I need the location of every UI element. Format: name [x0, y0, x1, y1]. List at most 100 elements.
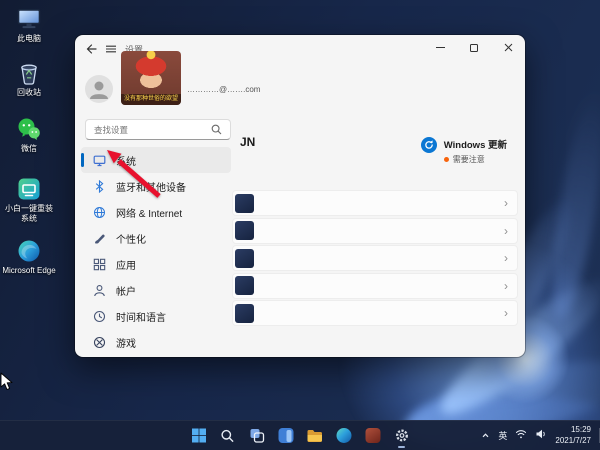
account-avatar-placeholder[interactable] [85, 75, 113, 103]
nav-item-label: 应用 [116, 257, 136, 272]
desktop-icon-microsoft-edge[interactable]: Microsoft Edge [2, 238, 56, 276]
search-placeholder: 查找设置 [94, 124, 211, 136]
windows-update-status-text: 需要注意 [453, 154, 485, 165]
windows-update-status[interactable]: Windows 更新 需要注意 [421, 137, 507, 165]
attention-dot [444, 157, 449, 162]
system-tray: 英 15:29 2021/7/27 [481, 421, 594, 450]
nav-item-accessibility[interactable]: 辅助功能 [81, 355, 231, 357]
chevron-right-icon: › [504, 307, 508, 319]
recycle-bin-icon [16, 60, 42, 86]
xiaobai-reinstall-icon [16, 176, 42, 202]
settings-row-icon [235, 194, 254, 213]
desktop-icon-xiaobai-reinstall[interactable]: 小白一键重装系统 [2, 176, 56, 224]
wechat-icon [16, 116, 42, 142]
desktop-icon-label: 小白一键重装系统 [2, 204, 56, 224]
settings-row-icon [235, 276, 254, 295]
settings-row-icon [235, 249, 254, 268]
settings-window: 设置 没有那种世俗的欲望 …………@…….com 查找设置 [75, 35, 525, 357]
desktop-icon-recycle-bin[interactable]: 回收站 [2, 60, 56, 98]
this-pc-icon [16, 6, 42, 32]
desktop-icon-label: 回收站 [17, 88, 41, 98]
pinned-app-button[interactable] [361, 424, 385, 448]
back-arrow-icon [85, 43, 97, 55]
clock-icon [93, 310, 106, 323]
mouse-cursor [0, 372, 13, 391]
chevron-right-icon: › [504, 252, 508, 264]
clock-date: 2021/7/27 [555, 436, 591, 446]
back-button[interactable] [83, 42, 99, 56]
desktop-icon-label: 微信 [21, 144, 37, 154]
wifi-icon [515, 428, 527, 440]
settings-nav: 系统 蓝牙和其他设备 网络 & Internet 个性化 [81, 147, 231, 357]
person-icon [85, 75, 113, 103]
nav-item-gaming[interactable]: 游戏 [81, 329, 231, 355]
windows-update-icon [421, 137, 437, 153]
settings-row-list: › › › › › [232, 190, 518, 328]
clock-time: 15:29 [555, 425, 591, 435]
desktop-icon-wechat[interactable]: 微信 [2, 116, 56, 154]
globe-icon [93, 206, 106, 219]
search-icon [211, 124, 222, 135]
settings-row[interactable]: › [232, 190, 518, 216]
brush-icon [93, 232, 106, 245]
settings-row-icon [235, 304, 254, 323]
wallpaper-petal [542, 89, 600, 322]
nav-item-system[interactable]: 系统 [81, 147, 231, 173]
ime-indicator[interactable]: 英 [498, 429, 507, 442]
settings-main-pane: JN Windows 更新 需要注意 › [231, 35, 525, 357]
chevron-up-icon [481, 431, 490, 440]
desktop: 此电脑 回收站 微信 小白一键重装系统 [0, 0, 600, 450]
edge-button[interactable] [332, 424, 356, 448]
chevron-right-icon: › [504, 225, 508, 237]
account-photo-caption: 没有那种世俗的欲望 [121, 94, 181, 105]
taskbar-clock[interactable]: 15:29 2021/7/27 [555, 425, 594, 446]
volume-tray-button[interactable] [535, 427, 547, 445]
chevron-right-icon: › [504, 280, 508, 292]
nav-item-personalization[interactable]: 个性化 [81, 225, 231, 251]
search-icon [221, 429, 235, 443]
tray-overflow-button[interactable] [481, 427, 490, 445]
settings-search-input[interactable]: 查找设置 [85, 119, 231, 140]
nav-item-label: 帐户 [116, 283, 136, 298]
nav-item-network-internet[interactable]: 网络 & Internet [81, 199, 231, 225]
desktop-icon-this-pc[interactable]: 此电脑 [2, 6, 56, 44]
nav-item-label: 蓝牙和其他设备 [116, 179, 186, 194]
nav-item-label: 网络 & Internet [116, 205, 182, 220]
nav-menu-button[interactable] [103, 42, 119, 56]
settings-row[interactable]: › [232, 300, 518, 326]
task-view-button[interactable] [245, 424, 269, 448]
chevron-right-icon: › [504, 197, 508, 209]
nav-item-label: 系统 [116, 153, 136, 168]
nav-item-label: 个性化 [116, 231, 146, 246]
nav-item-accounts[interactable]: 帐户 [81, 277, 231, 303]
speaker-icon [535, 428, 547, 440]
hamburger-icon [105, 43, 117, 55]
start-button[interactable] [187, 424, 211, 448]
app-icon [365, 428, 380, 443]
system-icon [93, 154, 106, 167]
taskbar-center-icons [187, 421, 414, 450]
nav-item-time-language[interactable]: 时间和语言 [81, 303, 231, 329]
file-explorer-button[interactable] [303, 424, 327, 448]
edge-icon [16, 238, 42, 264]
network-tray-button[interactable] [515, 427, 527, 445]
bluetooth-icon [93, 180, 106, 193]
account-photo[interactable]: 没有那种世俗的欲望 [121, 51, 181, 105]
xbox-icon [93, 336, 106, 349]
desktop-icon-label: 此电脑 [17, 34, 41, 44]
widgets-button[interactable] [274, 424, 298, 448]
windows-update-label: Windows 更新 [444, 137, 507, 151]
taskbar-search-button[interactable] [216, 424, 240, 448]
task-view-icon [249, 428, 264, 443]
settings-row[interactable]: › [232, 218, 518, 244]
settings-row[interactable]: › [232, 273, 518, 299]
edge-icon [336, 428, 351, 443]
device-name: JN [240, 135, 255, 149]
folder-icon [307, 429, 323, 443]
settings-row[interactable]: › [232, 245, 518, 271]
nav-item-bluetooth-devices[interactable]: 蓝牙和其他设备 [81, 173, 231, 199]
nav-item-apps[interactable]: 应用 [81, 251, 231, 277]
apps-grid-icon [93, 258, 106, 271]
nav-item-label: 时间和语言 [116, 309, 166, 324]
settings-app-button[interactable] [390, 424, 414, 448]
